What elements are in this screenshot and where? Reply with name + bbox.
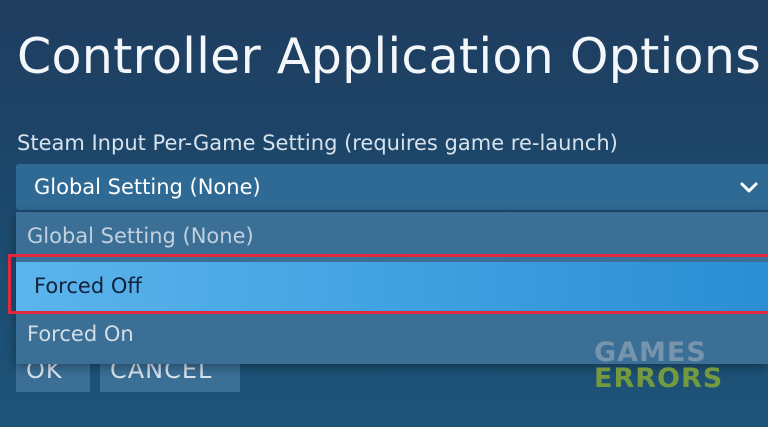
cancel-button[interactable]: CANCEL xyxy=(100,364,240,392)
steam-input-select[interactable]: Global Setting (None) xyxy=(16,164,768,210)
watermark-line2: ERRORS xyxy=(594,363,724,394)
option-label: Global Setting (None) xyxy=(27,224,254,248)
steam-input-setting-label: Steam Input Per-Game Setting (requires g… xyxy=(17,131,618,155)
ok-button[interactable]: OK xyxy=(16,364,90,392)
games-errors-watermark: GAMES ERRORS xyxy=(594,339,724,394)
dialog-title: Controller Application Options xyxy=(17,28,762,85)
ok-button-label: OK xyxy=(26,364,63,384)
option-label: Forced On xyxy=(27,322,134,346)
chevron-down-icon xyxy=(740,182,758,193)
select-current-value: Global Setting (None) xyxy=(34,175,261,199)
option-global-setting[interactable]: Global Setting (None) xyxy=(16,224,768,254)
cancel-button-label: CANCEL xyxy=(110,364,213,384)
annotation-highlight-frame xyxy=(8,254,768,314)
